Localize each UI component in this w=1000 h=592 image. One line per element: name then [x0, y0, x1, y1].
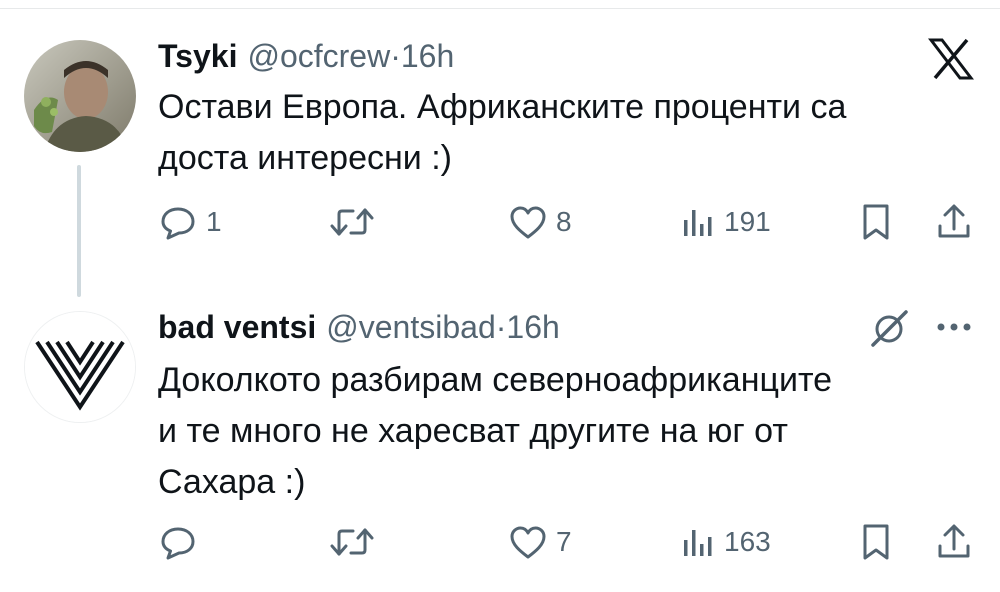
- retweet-icon: [330, 208, 374, 236]
- handle[interactable]: @ocfcrew: [247, 38, 390, 75]
- separator: ·: [390, 38, 401, 74]
- like-button[interactable]: 8: [508, 200, 572, 244]
- share-button[interactable]: [934, 520, 974, 564]
- handle[interactable]: @ventsibad: [326, 309, 495, 346]
- more-icon[interactable]: [932, 312, 976, 342]
- share-icon: [938, 524, 970, 558]
- tweet-text-line: Сахара :): [158, 463, 306, 501]
- tweet-1[interactable]: Tsyki @ocfcrew · 16h Остави Европа. Афри…: [0, 0, 1000, 300]
- bookmark-icon: [863, 524, 889, 560]
- grok-icon[interactable]: [868, 306, 912, 350]
- tweet-text: Доколкото разбирам северноафриканците и …: [158, 355, 958, 508]
- tweet-2[interactable]: bad ventsi @ventsibad · 16h Доколкото ра…: [0, 300, 1000, 592]
- x-logo-icon: [928, 38, 974, 80]
- reply-icon: [161, 207, 195, 240]
- reply-icon: [161, 527, 195, 560]
- separator: ·: [495, 309, 507, 345]
- like-count: 8: [556, 206, 572, 237]
- retweet-icon: [330, 528, 374, 556]
- like-icon: [510, 526, 546, 559]
- reply-button[interactable]: [158, 520, 206, 564]
- views-icon: [684, 530, 712, 556]
- tweet-text-line: Доколкото разбирам северноафриканците: [158, 361, 833, 399]
- views-count: 191: [724, 206, 771, 237]
- reply-button[interactable]: 1: [158, 200, 222, 244]
- retweet-button[interactable]: [328, 520, 384, 564]
- timestamp[interactable]: 16h: [401, 38, 454, 75]
- bookmark-button[interactable]: [858, 520, 894, 564]
- share-icon: [938, 204, 970, 238]
- views-button[interactable]: 163: [680, 520, 771, 564]
- reply-count: 1: [206, 206, 222, 237]
- tweet-header: bad ventsi @ventsibad · 16h: [158, 309, 560, 349]
- action-bar: 7 163: [158, 520, 978, 564]
- tweet-text: Остави Европа. Африканските проценти са …: [158, 82, 958, 184]
- display-name[interactable]: bad ventsi: [158, 309, 316, 346]
- like-icon: [510, 206, 546, 239]
- avatar[interactable]: [24, 40, 136, 152]
- avatar[interactable]: [24, 311, 136, 423]
- timestamp[interactable]: 16h: [506, 309, 559, 346]
- views-icon: [684, 210, 712, 236]
- tweet-text-line: доста интересни :): [158, 139, 452, 177]
- action-bar: 1 8 191: [158, 200, 978, 244]
- share-button[interactable]: [934, 200, 974, 244]
- retweet-button[interactable]: [328, 200, 384, 244]
- thread-line: [77, 165, 81, 297]
- tweet-text-line: Остави Европа. Африканските проценти са: [158, 88, 847, 126]
- tweet-header: Tsyki @ocfcrew · 16h: [158, 38, 454, 78]
- views-button[interactable]: 191: [680, 200, 771, 244]
- like-count: 7: [556, 526, 572, 557]
- bookmark-icon: [863, 204, 889, 240]
- like-button[interactable]: 7: [508, 520, 572, 564]
- views-count: 163: [724, 526, 771, 557]
- bookmark-button[interactable]: [858, 200, 894, 244]
- display-name[interactable]: Tsyki: [158, 38, 237, 75]
- tweet-text-line: и те много не харесват другите на юг от: [158, 412, 788, 450]
